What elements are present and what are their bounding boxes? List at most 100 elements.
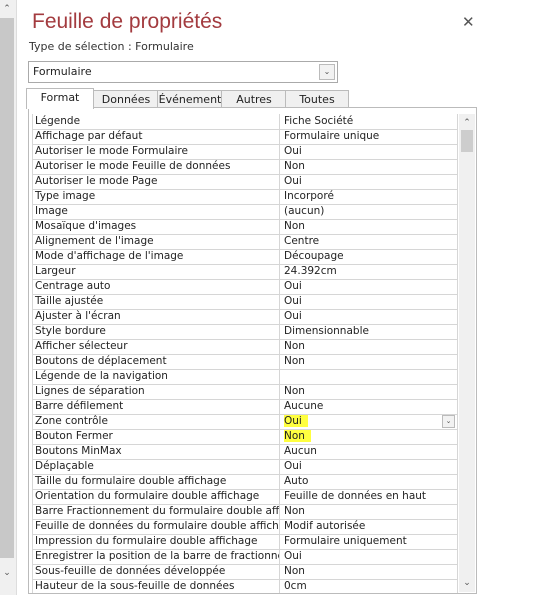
property-row[interactable]: Boutons de déplacement Non: [32, 354, 458, 370]
property-value[interactable]: Oui: [282, 459, 458, 474]
property-row[interactable]: Déplaçable Oui: [32, 459, 458, 475]
property-row[interactable]: Taille du formulaire double affichage Aut…: [32, 474, 458, 490]
scrollbar-thumb[interactable]: [461, 130, 473, 152]
property-row[interactable]: Zone contrôle Oui ⌄: [32, 414, 458, 430]
chevron-down-icon[interactable]: ⌄: [319, 64, 335, 80]
property-row[interactable]: Affichage par défaut Formulaire unique: [32, 129, 458, 145]
tab-format[interactable]: Format: [26, 88, 94, 109]
scroll-down-icon[interactable]: ⌄: [459, 576, 475, 590]
property-row[interactable]: Image (aucun): [32, 204, 458, 220]
property-row[interactable]: Feuille de données du formulaire double …: [32, 519, 458, 535]
property-value[interactable]: 0cm: [282, 579, 458, 593]
property-value-text: Oui: [284, 175, 302, 187]
tab-evenement[interactable]: Événement: [157, 90, 223, 108]
property-value[interactable]: Oui: [282, 414, 458, 429]
property-name: Feuille de données du formulaire double …: [32, 519, 280, 534]
property-value[interactable]: Oui: [282, 309, 458, 324]
property-name: Alignement de l'image: [32, 234, 280, 249]
property-value[interactable]: Aucune: [282, 399, 458, 414]
property-value[interactable]: Centre: [282, 234, 458, 249]
property-name: Déplaçable: [32, 459, 280, 474]
property-value[interactable]: Non: [282, 159, 458, 174]
property-row[interactable]: Enregistrer la position de la barre de f…: [32, 549, 458, 565]
scrollbar-thumb[interactable]: [0, 18, 14, 558]
property-value-text: Découpage: [284, 250, 344, 262]
property-row[interactable]: Type image Incorporé: [32, 189, 458, 205]
property-value[interactable]: Modif autorisée: [282, 519, 458, 534]
property-row[interactable]: Afficher sélecteur Non: [32, 339, 458, 355]
property-name: Taille ajustée: [32, 294, 280, 309]
grid-scrollbar[interactable]: ⌃ ⌄: [459, 114, 475, 592]
property-value[interactable]: Oui: [282, 174, 458, 189]
property-row[interactable]: Autoriser le mode Formulaire Oui: [32, 144, 458, 160]
property-row[interactable]: Alignement de l'image Centre: [32, 234, 458, 250]
property-value-text: Oui: [284, 460, 302, 472]
close-icon[interactable]: ✕: [462, 13, 475, 31]
property-name: Boutons de déplacement: [32, 354, 280, 369]
scroll-up-icon[interactable]: ⌃: [0, 2, 14, 16]
property-value[interactable]: Formulaire uniquement: [282, 534, 458, 549]
property-value[interactable]: Non: [282, 504, 458, 519]
tab-toutes[interactable]: Toutes: [285, 90, 349, 108]
property-value[interactable]: Feuille de données en haut: [282, 489, 458, 504]
property-row[interactable]: Barre Fractionnement du formulaire doubl…: [32, 504, 458, 520]
property-value[interactable]: Aucun: [282, 444, 458, 459]
tab-donnees[interactable]: Données: [92, 90, 160, 108]
property-value[interactable]: [282, 369, 458, 384]
property-value[interactable]: Oui: [282, 294, 458, 309]
property-row[interactable]: Barre défilement Aucune: [32, 399, 458, 415]
property-row[interactable]: Impression du formulaire double affichag…: [32, 534, 458, 550]
property-row[interactable]: Boutons MinMax Aucun: [32, 444, 458, 460]
tab-autres[interactable]: Autres: [221, 90, 287, 108]
property-value[interactable]: Découpage: [282, 249, 458, 264]
property-row[interactable]: Mosaïque d'images Non: [32, 219, 458, 235]
property-value-text: Oui: [284, 415, 308, 427]
chevron-down-icon[interactable]: ⌄: [442, 415, 455, 428]
property-row[interactable]: Autoriser le mode Feuille de données Non: [32, 159, 458, 175]
property-value-text: Oui: [284, 145, 302, 157]
property-row[interactable]: Légende Fiche Société: [32, 114, 458, 130]
property-value[interactable]: Auto: [282, 474, 458, 489]
property-value[interactable]: Non: [282, 429, 458, 444]
property-value[interactable]: Formulaire unique: [282, 129, 458, 144]
property-row[interactable]: Orientation du formulaire double afficha…: [32, 489, 458, 505]
property-value[interactable]: Non: [282, 354, 458, 369]
property-name: Zone contrôle: [32, 414, 280, 429]
property-row[interactable]: Taille ajustée Oui: [32, 294, 458, 310]
property-value[interactable]: 24.392cm: [282, 264, 458, 279]
object-selector-value: Formulaire: [33, 65, 92, 78]
property-value[interactable]: Non: [282, 339, 458, 354]
property-grid: Légende Fiche Société Affichage par défaut…: [28, 107, 477, 594]
property-value[interactable]: Dimensionnable: [282, 324, 458, 339]
property-value[interactable]: Non: [282, 219, 458, 234]
scroll-up-icon[interactable]: ⌃: [459, 116, 475, 130]
property-value[interactable]: Oui: [282, 279, 458, 294]
property-row[interactable]: Style bordure Dimensionnable: [32, 324, 458, 340]
property-name: Impression du formulaire double affichag…: [32, 534, 280, 549]
property-value[interactable]: Incorporé: [282, 189, 458, 204]
property-row[interactable]: Centrage auto Oui: [32, 279, 458, 295]
property-value[interactable]: (aucun): [282, 204, 458, 219]
property-value-text: Oui: [284, 550, 302, 562]
property-value[interactable]: Non: [282, 384, 458, 399]
property-row[interactable]: Mode d'affichage de l'image Découpage: [32, 249, 458, 265]
property-value[interactable]: Oui: [282, 144, 458, 159]
property-row[interactable]: Lignes de séparation Non: [32, 384, 458, 400]
property-row[interactable]: Ajuster à l'écran Oui: [32, 309, 458, 325]
property-name: Orientation du formulaire double afficha…: [32, 489, 280, 504]
property-row[interactable]: Autoriser le mode Page Oui: [32, 174, 458, 190]
property-row[interactable]: Bouton Fermer Non: [32, 429, 458, 445]
property-value-text: 0cm: [284, 580, 307, 592]
property-row[interactable]: Légende de la navigation: [32, 369, 458, 385]
property-row[interactable]: Hauteur de la sous-feuille de données 0cm: [32, 579, 458, 593]
property-value[interactable]: Non: [282, 564, 458, 579]
outer-scrollbar[interactable]: ⌃ ⌄: [0, 0, 17, 595]
property-row[interactable]: Sous-feuille de données développée Non: [32, 564, 458, 580]
object-selector-combo[interactable]: Formulaire ⌄: [28, 61, 338, 83]
property-value[interactable]: Oui: [282, 549, 458, 564]
scroll-down-icon[interactable]: ⌄: [0, 566, 14, 580]
property-name: Largeur: [32, 264, 280, 279]
property-value[interactable]: Fiche Société: [282, 114, 458, 129]
property-row[interactable]: Largeur 24.392cm: [32, 264, 458, 280]
property-name: Autoriser le mode Formulaire: [32, 144, 280, 159]
